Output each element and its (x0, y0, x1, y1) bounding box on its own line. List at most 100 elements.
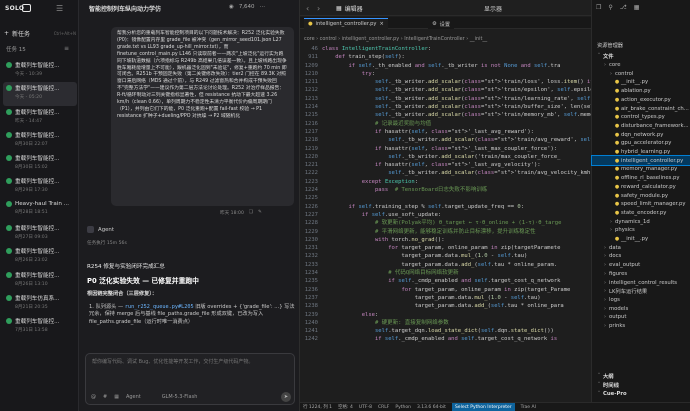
files-icon[interactable]: ❐ (596, 4, 601, 11)
code-line[interactable]: 1241 self.target_dqn.load_state_dict(sel… (300, 327, 591, 335)
task-item[interactable]: 重载列车智能控... 8月27日 09:03 (3, 222, 77, 245)
file-item[interactable]: ● safety_module.py (592, 191, 690, 200)
code-line[interactable]: 1235 if self._cmdp_enabled and self.targ… (300, 277, 591, 285)
task-item[interactable]: 重载列车智能控... 8月30日 15:02 (3, 152, 77, 175)
tab-intelligent-controller[interactable]: ● intelligent_controller.py × (304, 18, 388, 29)
file-item[interactable]: ● action_executor.py (592, 96, 690, 105)
code-line[interactable]: 1212 self._tb_writer.add_scalar(class="s… (300, 86, 591, 94)
code-line[interactable]: 1240 # 硬更新: 直接复制网络参数 (300, 319, 591, 327)
file-item[interactable]: ● reward_calculator.py (592, 183, 690, 192)
folder-item[interactable]: › eval_output (592, 261, 690, 270)
task-item[interactable]: 重载列车智能控... 今天 - 10:39 (3, 59, 77, 82)
code-line[interactable]: 1223 except Exception: (300, 178, 591, 186)
file-item[interactable]: ● ablation.py (592, 87, 690, 96)
task-item[interactable]: 重载列车智能控... 8月29日 17:30 (3, 175, 77, 198)
folder-item[interactable]: › physics (592, 226, 690, 235)
code-line[interactable]: 1213 self._tb_writer.add_scalar(class="s… (300, 95, 591, 103)
select-interpreter-button[interactable]: Select Python Interpreter (451, 403, 515, 411)
filter-icon[interactable]: ≡ (64, 45, 69, 52)
search-icon[interactable]: ⚲ (608, 4, 612, 11)
code-line[interactable]: 1236 for target_param, online_param in z… (300, 286, 591, 294)
code-line[interactable]: 1234 # 代码Q网络目标网络软更新 (300, 269, 591, 277)
code-line[interactable]: 1225 (300, 194, 591, 202)
python-version[interactable]: 3.13.6 64-bit (417, 405, 446, 410)
file-item[interactable]: ● control_types.py (592, 113, 690, 122)
code-line[interactable]: 1229 # 平滑网络更新，能够稳定训练并防止目标漂移，提升训练稳定性 (300, 228, 591, 236)
forward-icon[interactable]: › (317, 4, 320, 13)
file-item[interactable]: ● dqn_network.py (592, 130, 690, 139)
file-item[interactable]: ● __init__.py (592, 235, 690, 244)
code-line[interactable]: 1228 # 软更新(Polyak平均) θ_target ← τ·θ_onli… (300, 219, 591, 227)
code-line[interactable]: 1220 self._tb_writer.add_scalar('train/m… (300, 153, 591, 161)
folder-item[interactable]: › prinks (592, 322, 690, 331)
chat-input-box[interactable]: 帮你编写代码、调试 Bug、优化性能等开发工作，交付生产级代码产物。 @ # ▦… (85, 353, 295, 405)
task-item[interactable]: Heavy-haul Train ... 8月28日 18:51 (3, 199, 77, 222)
code-line[interactable]: 1238 target_param.data.add_(self.tau * o… (300, 302, 591, 310)
close-icon[interactable]: × (380, 21, 384, 27)
new-task-button[interactable]: + 新任务 Ctrl+Alt+N (4, 27, 76, 39)
code-line[interactable]: 1224 pass # TensorBoard日志失败不影响训练 (300, 186, 591, 194)
code-line[interactable]: 1211 self._tb_writer.add_scalar(class="s… (300, 78, 591, 86)
code-line[interactable]: 1226 if self.training_step % self.target… (300, 203, 591, 211)
code-line[interactable]: 911 def train_step(self): (300, 53, 591, 61)
cursor-position[interactable]: 行 1224, 列 1 (303, 404, 332, 410)
folder-item[interactable]: › LK列车运行结果 (592, 287, 690, 296)
code-line[interactable]: 1227 if self.use_soft_update: (300, 211, 591, 219)
file-item[interactable]: ● air_brake_constraint_ch... (592, 104, 690, 113)
task-item[interactable]: 重载列车智能控... 昨天 - 14:47 (3, 106, 77, 129)
code-line[interactable]: 1221 if hasattr(self, class="st">'_last_… (300, 161, 591, 169)
model-select[interactable]: GLM-5.3-Flash (162, 394, 198, 400)
file-item[interactable]: ● memory_manager.py (592, 165, 690, 174)
task-item[interactable]: 重载列车智能控... 8月26日 23:02 (3, 245, 77, 268)
task-item[interactable]: 重载列车智能控... 8月26日 13:10 (3, 269, 77, 292)
file-item[interactable]: ● gpu_accelerator.py (592, 139, 690, 148)
code-line[interactable]: 1222 self._tb_writer.add_scalar(class="s… (300, 169, 591, 177)
image-icon[interactable]: ▦ (114, 394, 119, 400)
folder-item[interactable]: › data (592, 243, 690, 252)
code-line[interactable]: 1239 else: (300, 311, 591, 319)
mention-icon[interactable]: @ (91, 394, 96, 400)
collapse-sidebar-icon[interactable]: ☰ (56, 4, 63, 13)
code-line[interactable]: 1232 target_param.data.mul_(1.0 - self.t… (300, 252, 591, 260)
file-item[interactable]: ● intelligent_controller.py (591, 155, 690, 167)
indent-setting[interactable]: 空格: 4 (338, 404, 353, 410)
editor-mode-tab[interactable]: ▦ 编辑器 (336, 4, 363, 13)
folder-item[interactable]: › models (592, 304, 690, 313)
agent-select[interactable]: Agent (126, 394, 141, 400)
back-icon[interactable]: ‹ (306, 4, 309, 13)
display-tab[interactable]: 显示器 (484, 4, 502, 13)
extensions-icon[interactable]: ▦ (634, 4, 640, 11)
code-line[interactable]: 1242 if self._cmdp_enabled and self.targ… (300, 335, 591, 343)
file-item[interactable]: ● state_encoder.py (592, 209, 690, 218)
code-line[interactable]: 1218 self._tb_writer.add_scalar(class="s… (300, 136, 591, 144)
copy-icon[interactable]: ❏ (249, 210, 253, 216)
edit-icon[interactable]: ✎ (258, 210, 262, 216)
code-line[interactable]: 1233 target_param.data.add_(self.tau * o… (300, 261, 591, 269)
code-line[interactable]: 1210 try: (300, 70, 591, 78)
folder-item[interactable]: › output (592, 313, 690, 322)
folder-item[interactable]: › dynamics_1d (592, 217, 690, 226)
file-item[interactable]: ● offline_rl_baselines.py (592, 174, 690, 183)
folder-item[interactable]: › docs (592, 252, 690, 261)
folder-item[interactable]: › figures (592, 270, 690, 279)
explorer-section[interactable]: ˅ 大纲 (592, 372, 690, 381)
code-line[interactable]: 1209 if self._th_enabled and self._tb_wr… (300, 62, 591, 70)
task-item[interactable]: 重载列车智能控... 7月31日 13:58 (3, 315, 77, 338)
explorer-section[interactable]: ˅ 时间线 (592, 381, 690, 390)
file-item[interactable]: ● disturbance_framework... (592, 122, 690, 131)
explorer-section[interactable]: ˅ Cue-Pro (592, 390, 690, 399)
folder-item[interactable]: › core (592, 61, 690, 70)
code-line[interactable]: 1219 if hasattr(self, class="st">'_last_… (300, 145, 591, 153)
summary-file-link[interactable]: run_r252_queue.py#L205 (125, 304, 194, 310)
file-item[interactable]: ● hybrid_learning.py (592, 148, 690, 157)
code-line[interactable]: 1230 with torch.no_grad(): (300, 236, 591, 244)
more-icon[interactable]: ⋯ (260, 4, 266, 10)
file-item[interactable]: ● __init__.py (592, 78, 690, 87)
task-item[interactable]: 重载列车智能控... 8月30日 22:07 (3, 129, 77, 152)
code-line[interactable]: 46 class IntelligentTrainController: (300, 45, 591, 53)
breadcrumb[interactable]: core › control › intelligent_controller.… (304, 36, 487, 42)
encoding[interactable]: UTF-8 (359, 405, 372, 410)
line-ending[interactable]: CRLF (378, 405, 389, 410)
code-line[interactable]: 1231 for target_param, online_param in z… (300, 244, 591, 252)
folder-item[interactable]: › logs (592, 296, 690, 305)
